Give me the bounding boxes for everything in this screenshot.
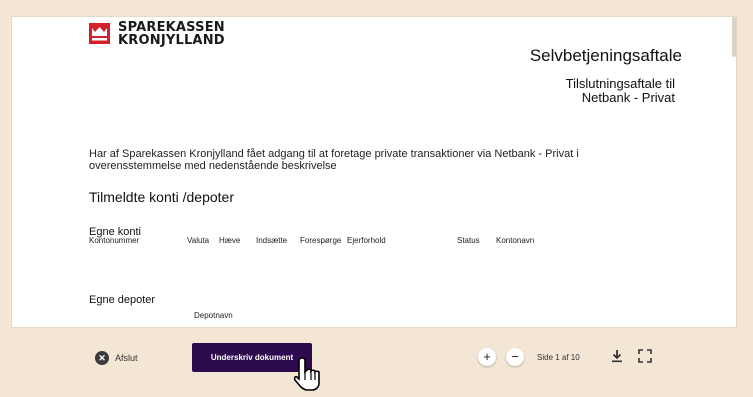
column-status: Status: [457, 236, 480, 245]
crown-logo-icon: [89, 23, 110, 44]
column-withdraw: Hæve: [219, 236, 241, 245]
document-title: Selvbetjeningsaftale: [529, 46, 682, 65]
column-deposit: Indsætte: [256, 236, 288, 245]
fullscreen-icon[interactable]: [637, 348, 653, 364]
depots-heading: Egne depoter: [89, 294, 156, 306]
hand-pointer-cursor: [292, 356, 326, 392]
intro-line2: overensstemmelse med nedenstående beskri…: [89, 160, 337, 172]
download-icon[interactable]: [609, 348, 625, 364]
column-inquire: Forespørge: [300, 236, 342, 245]
document-subtitle: Tilslutningsaftale til Netbank - Privat: [566, 77, 675, 105]
zoom-in-button[interactable]: +: [478, 348, 496, 366]
section-title: Tilmeldte konti /depoter: [89, 189, 234, 205]
intro-line1: Har af Sparekassen Kronjylland fået adga…: [89, 148, 579, 160]
x-circle-icon: ✕: [95, 351, 109, 365]
page-indicator: Side 1 af 10: [537, 353, 580, 362]
close-button[interactable]: ✕ Afslut: [95, 351, 138, 365]
subtitle-line2: Netbank - Privat: [581, 90, 675, 105]
scrollbar[interactable]: [732, 17, 736, 57]
column-depot-name: Depotnavn: [194, 311, 233, 320]
zoom-out-button[interactable]: −: [506, 348, 524, 366]
intro-paragraph: Har af Sparekassen Kronjylland fået adga…: [89, 148, 659, 172]
column-currency: Valuta: [187, 236, 210, 245]
logo-text-line2: KRONJYLLAND: [118, 33, 225, 48]
column-account-number: Kontonummer: [89, 236, 140, 245]
column-account-name: Kontonavn: [496, 236, 535, 245]
close-label: Afslut: [115, 353, 138, 363]
column-ownership: Ejerforhold: [347, 236, 386, 245]
subtitle-line1: Tilslutningsaftale til: [565, 76, 675, 91]
bank-logo: SPAREKASSEN KRONJYLLAND: [89, 21, 225, 47]
